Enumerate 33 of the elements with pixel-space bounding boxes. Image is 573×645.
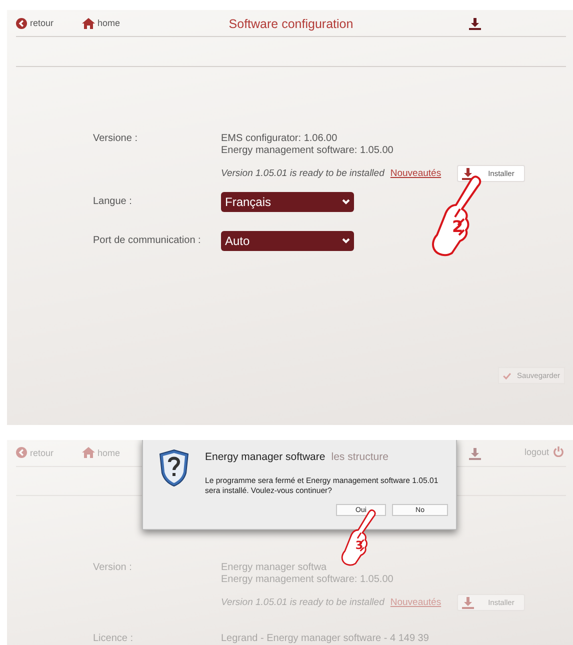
version-text: EMS configurator: 1.06.00	[221, 133, 338, 145]
version-text: Energy management software: 1.05.00	[221, 574, 394, 586]
back-arrow-icon	[16, 447, 27, 458]
field-label: Versione :	[93, 133, 138, 145]
download-icon	[469, 448, 481, 460]
update-message: Version 1.05.01 is ready to be installed	[221, 168, 384, 179]
download-icon	[462, 596, 474, 608]
home-link[interactable]: home	[82, 18, 120, 28]
pointing-hand-icon	[430, 175, 482, 259]
dropdown[interactable]: Auto	[221, 231, 354, 251]
chevron-icon	[342, 238, 350, 244]
shield-question-icon	[159, 449, 189, 487]
dialog-title: Energy manager software	[205, 451, 326, 463]
dropdown[interactable]: Français	[221, 192, 354, 212]
update-message: Version 1.05.01 is ready to be installed	[221, 597, 384, 608]
power-icon	[553, 446, 564, 457]
background-title: les structure	[331, 451, 388, 463]
check-icon	[503, 370, 512, 380]
field-label: Version :	[93, 562, 133, 574]
page-title: Software configuration	[228, 17, 354, 31]
home-icon	[82, 447, 95, 458]
field-label: Langue :	[93, 196, 133, 208]
back-link[interactable]: retour	[16, 18, 54, 28]
version-text: Energy management software: 1.05.00	[221, 145, 394, 157]
licence-text: Legrand - Energy manager software - 4 149 39	[221, 633, 429, 645]
news-link[interactable]: Nouveautés	[390, 168, 442, 179]
version-text: Energy manager softwa	[221, 562, 327, 574]
chevron-icon	[342, 199, 350, 205]
home-icon	[82, 18, 95, 28]
back-arrow-icon	[16, 18, 27, 28]
download-icon	[469, 18, 481, 30]
field-label: Port de communication :	[93, 235, 202, 247]
field-label: Licence :	[93, 633, 134, 645]
